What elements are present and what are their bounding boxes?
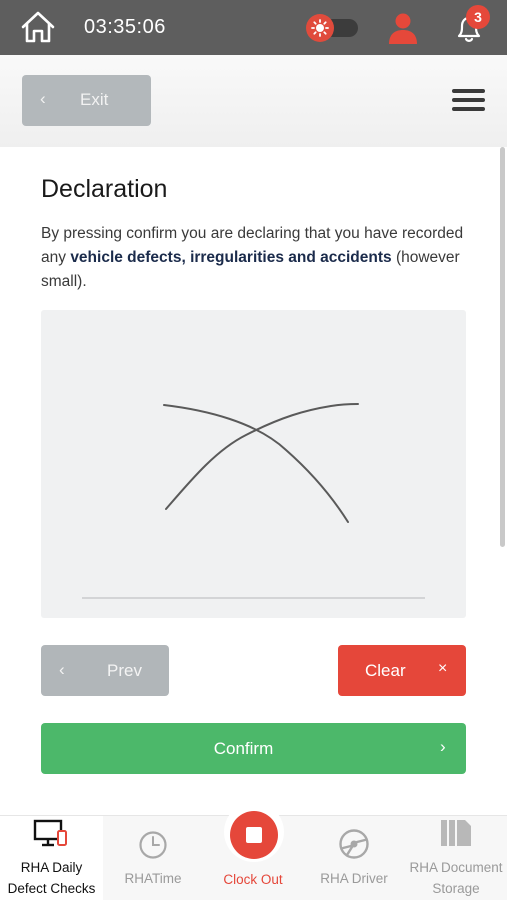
- nav-label-line2: Storage: [432, 881, 480, 896]
- exit-button-label: Exit: [80, 90, 109, 109]
- nav-item-daily-defect-checks[interactable]: RHA Daily Defect Checks: [0, 816, 103, 900]
- nav-item-rha-driver[interactable]: RHA Driver: [303, 816, 405, 900]
- notification-badge: 3: [466, 5, 490, 29]
- signature-pad[interactable]: [41, 310, 466, 618]
- sun-icon: [306, 14, 334, 42]
- scrollbar[interactable]: [500, 147, 505, 547]
- prev-button-label: Prev: [107, 661, 142, 680]
- monitor-phone-icon: [33, 819, 67, 847]
- clock-out-button[interactable]: [230, 811, 278, 859]
- page-header: ‹ Exit: [0, 55, 507, 147]
- chevron-right-icon: ›: [440, 737, 446, 756]
- app-screen: 03:35:06 3 ‹ Exit Declaration By pressin…: [0, 0, 507, 900]
- steering-wheel-icon: [339, 829, 369, 859]
- nav-label-line1: RHA Document: [409, 860, 503, 875]
- nav-label-line2: Defect Checks: [7, 881, 96, 896]
- home-icon[interactable]: [20, 10, 56, 44]
- declaration-text: By pressing confirm you are declaring th…: [41, 222, 481, 294]
- nav-label: RHA Driver: [320, 871, 388, 886]
- user-icon[interactable]: [388, 12, 418, 44]
- clear-button[interactable]: Clear ×: [338, 645, 466, 696]
- chevron-left-icon: ‹: [59, 660, 65, 679]
- clear-button-label: Clear: [365, 661, 406, 680]
- declaration-text-bold: vehicle defects, irregularities and acci…: [70, 249, 392, 266]
- nav-label: RHATime: [124, 871, 182, 886]
- nav-label: Clock Out: [223, 872, 283, 887]
- stop-icon: [246, 827, 262, 843]
- page-title: Declaration: [41, 175, 168, 203]
- documents-icon: [441, 820, 471, 846]
- nav-item-rhatime[interactable]: RHATime: [103, 816, 203, 900]
- chevron-left-icon: ‹: [40, 89, 46, 108]
- close-icon: ×: [438, 660, 448, 677]
- exit-button[interactable]: ‹ Exit: [22, 75, 151, 126]
- nav-item-document-storage[interactable]: RHA Document Storage: [405, 816, 507, 900]
- confirm-button[interactable]: Confirm ›: [41, 723, 466, 774]
- clock-display: 03:35:06: [84, 16, 166, 38]
- prev-button[interactable]: ‹ Prev: [41, 645, 169, 696]
- status-bar: 03:35:06 3: [0, 0, 507, 55]
- nav-label-line1: RHA Daily: [20, 860, 83, 875]
- hamburger-menu-icon[interactable]: [452, 89, 485, 113]
- confirm-button-label: Confirm: [213, 739, 274, 758]
- clock-icon: [139, 831, 167, 859]
- signature-drawing: [82, 403, 425, 599]
- theme-toggle[interactable]: [306, 14, 358, 42]
